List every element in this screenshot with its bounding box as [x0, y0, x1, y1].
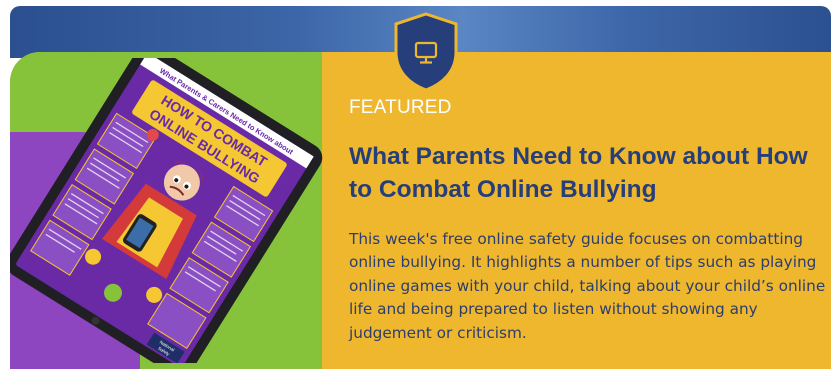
article-title[interactable]: What Parents Need to Know about How to C…	[349, 140, 829, 206]
tablet-illustration: What Parents & Carers Need to Know about…	[10, 44, 336, 369]
featured-banner[interactable]: FEATURED What Parents Need to Know about…	[10, 0, 831, 369]
article-description: This week's free online safety guide foc…	[349, 230, 826, 342]
shield-badge	[392, 12, 460, 92]
featured-label: FEATURED	[349, 97, 452, 118]
